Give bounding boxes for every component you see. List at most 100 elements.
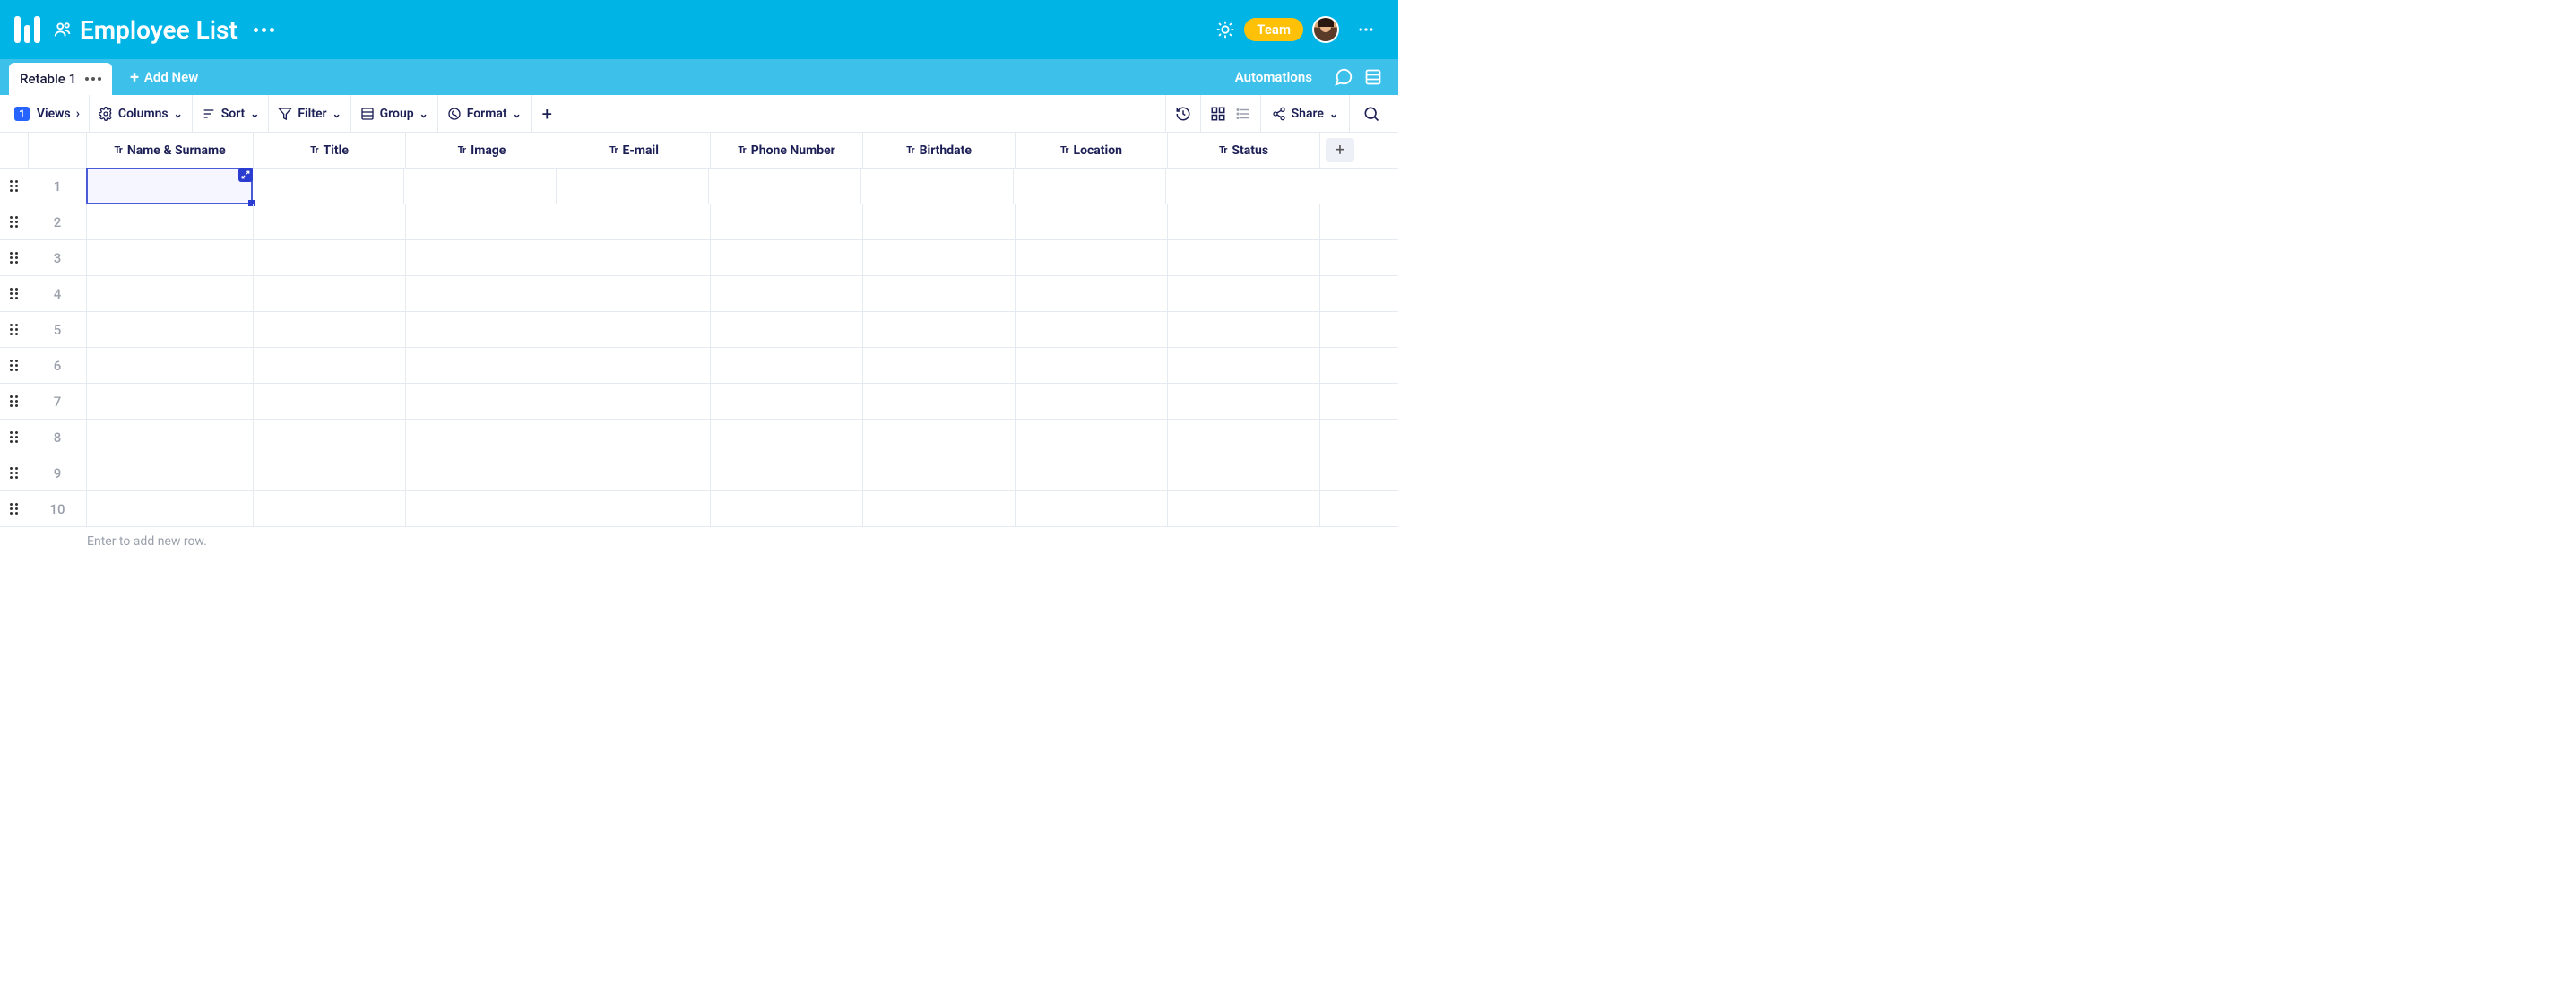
cell[interactable] xyxy=(863,348,1016,383)
cell[interactable] xyxy=(406,491,558,526)
cell[interactable] xyxy=(406,384,558,419)
views-dropdown[interactable]: 1 Views › xyxy=(5,95,90,132)
panel-toggle-icon[interactable] xyxy=(1364,68,1382,86)
cell[interactable] xyxy=(87,491,254,526)
cell[interactable] xyxy=(1016,420,1168,455)
row-drag-handle[interactable] xyxy=(0,384,29,419)
cell[interactable] xyxy=(863,420,1016,455)
row-drag-handle[interactable] xyxy=(0,420,29,455)
row-drag-handle[interactable] xyxy=(0,348,29,383)
cell[interactable] xyxy=(711,204,863,239)
cell[interactable] xyxy=(558,384,711,419)
cell[interactable] xyxy=(558,348,711,383)
row-drag-handle[interactable] xyxy=(0,204,29,239)
cell[interactable] xyxy=(254,491,406,526)
grid-view-icon[interactable] xyxy=(1210,106,1226,122)
chat-icon[interactable] xyxy=(1334,67,1353,87)
cell[interactable] xyxy=(406,240,558,275)
cell[interactable] xyxy=(711,312,863,347)
avatar[interactable] xyxy=(1312,16,1339,43)
cell[interactable] xyxy=(254,240,406,275)
cell[interactable] xyxy=(1168,384,1320,419)
cell[interactable] xyxy=(1168,276,1320,311)
expand-cell-icon[interactable] xyxy=(238,168,253,182)
cell[interactable] xyxy=(863,312,1016,347)
cell[interactable] xyxy=(558,420,711,455)
row-drag-handle[interactable] xyxy=(0,491,29,526)
cell[interactable] xyxy=(1168,348,1320,383)
cell[interactable] xyxy=(711,420,863,455)
cell[interactable] xyxy=(557,169,709,204)
search-button[interactable] xyxy=(1349,95,1393,132)
list-view-icon[interactable] xyxy=(1235,106,1251,122)
cell[interactable] xyxy=(1168,204,1320,239)
cell[interactable] xyxy=(1168,312,1320,347)
cell[interactable] xyxy=(1014,169,1166,204)
cell[interactable] xyxy=(406,455,558,490)
cell[interactable] xyxy=(1166,169,1318,204)
cell[interactable] xyxy=(863,491,1016,526)
row-drag-handle[interactable] xyxy=(0,240,29,275)
cell[interactable] xyxy=(1016,455,1168,490)
group-dropdown[interactable]: Group ⌄ xyxy=(351,95,438,132)
column-header-status[interactable]: Tr Status xyxy=(1168,133,1320,168)
cell[interactable] xyxy=(558,240,711,275)
row-number[interactable]: 4 xyxy=(29,276,87,311)
cell[interactable] xyxy=(87,240,254,275)
cell[interactable] xyxy=(711,491,863,526)
cell[interactable] xyxy=(406,204,558,239)
cell[interactable] xyxy=(558,491,711,526)
cell[interactable] xyxy=(863,384,1016,419)
cell[interactable] xyxy=(1168,420,1320,455)
cell[interactable] xyxy=(863,455,1016,490)
cell[interactable] xyxy=(252,169,404,204)
cell[interactable] xyxy=(1016,276,1168,311)
tab-more-menu[interactable] xyxy=(85,77,101,81)
cell[interactable] xyxy=(1168,240,1320,275)
cell[interactable] xyxy=(254,348,406,383)
history-button[interactable] xyxy=(1165,95,1200,132)
cell[interactable] xyxy=(404,169,557,204)
cell[interactable] xyxy=(87,455,254,490)
add-new-tab-button[interactable]: + Add New xyxy=(130,61,198,93)
share-button[interactable]: Share ⌄ xyxy=(1260,95,1349,132)
team-badge[interactable]: Team xyxy=(1244,18,1303,41)
cell[interactable] xyxy=(406,312,558,347)
collaborators-icon[interactable] xyxy=(53,20,73,39)
cell[interactable] xyxy=(406,276,558,311)
cell[interactable] xyxy=(1016,384,1168,419)
cell[interactable] xyxy=(87,276,254,311)
sort-dropdown[interactable]: Sort ⌄ xyxy=(193,95,270,132)
tab-retable-1[interactable]: Retable 1 xyxy=(9,63,112,95)
column-header-birthdate[interactable]: Tr Birthdate xyxy=(863,133,1016,168)
cell[interactable] xyxy=(1016,491,1168,526)
column-header-name[interactable]: Tr Name & Surname xyxy=(87,133,254,168)
column-header-email[interactable]: Tr E-mail xyxy=(558,133,711,168)
cell[interactable] xyxy=(254,204,406,239)
cell[interactable] xyxy=(711,276,863,311)
cell[interactable] xyxy=(711,348,863,383)
toolbar-add-button[interactable]: + xyxy=(532,95,563,132)
cell[interactable] xyxy=(86,168,253,204)
row-number[interactable]: 2 xyxy=(29,204,87,239)
column-header-phone[interactable]: Tr Phone Number xyxy=(711,133,863,168)
cell[interactable] xyxy=(558,455,711,490)
row-drag-handle[interactable] xyxy=(0,312,29,347)
cell[interactable] xyxy=(87,348,254,383)
column-header-location[interactable]: Tr Location xyxy=(1016,133,1168,168)
cell[interactable] xyxy=(711,240,863,275)
row-number[interactable]: 5 xyxy=(29,312,87,347)
row-drag-handle[interactable] xyxy=(0,169,29,204)
cell[interactable] xyxy=(558,276,711,311)
row-number[interactable]: 8 xyxy=(29,420,87,455)
row-number[interactable]: 3 xyxy=(29,240,87,275)
cell[interactable] xyxy=(711,384,863,419)
cell[interactable] xyxy=(1168,455,1320,490)
automations-link[interactable]: Automations xyxy=(1235,69,1312,85)
format-dropdown[interactable]: Format ⌄ xyxy=(438,95,532,132)
cell[interactable] xyxy=(1016,240,1168,275)
cell[interactable] xyxy=(87,312,254,347)
cell[interactable] xyxy=(558,312,711,347)
title-more-menu[interactable] xyxy=(254,28,274,32)
cell[interactable] xyxy=(1016,312,1168,347)
